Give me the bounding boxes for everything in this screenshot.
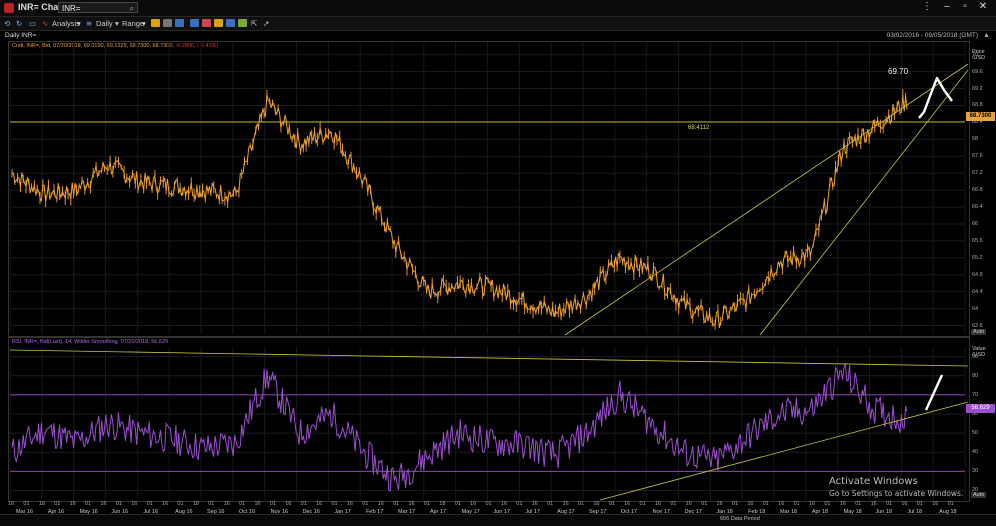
x-day-label: 01 [177, 501, 184, 507]
x-day-label: 16 [808, 501, 816, 507]
x-day-label: 16 [223, 501, 230, 507]
x-day-label: 16 [624, 501, 631, 507]
x-day-label: 01 [670, 501, 677, 507]
x-day-label: 16 [778, 501, 785, 507]
target-annotation: 69.70 [888, 67, 909, 76]
x-day-label: 01 [855, 501, 862, 507]
x-day-label: 16 [346, 501, 353, 507]
x-day-label: 16 [377, 501, 384, 507]
x-day-label: 16 [716, 501, 723, 507]
chart-canvas [9, 42, 969, 501]
x-day-label: 16 [747, 501, 754, 507]
x-day-label: 01 [454, 501, 461, 507]
x-day-label: 16 [470, 501, 477, 507]
x-day-label: 01 [269, 501, 276, 507]
x-day-label: 16 [932, 501, 939, 507]
x-day-label: 16 [870, 501, 877, 507]
x-day-label: 16 [8, 501, 15, 507]
x-day-label: 16 [654, 501, 662, 507]
x-day-label: 18 [439, 501, 446, 507]
x-day-label: 01 [608, 501, 615, 507]
x-day-label: 16 [131, 501, 138, 507]
x-day-label: 18 [192, 501, 199, 507]
x-day-label: 01 [793, 501, 800, 507]
x-day-label: 01 [85, 501, 92, 507]
x-day-label: 16 [531, 501, 538, 507]
x-day-label: 16 [562, 501, 569, 507]
x-day-label: 01 [115, 501, 122, 507]
x-day-label: 16 [685, 501, 692, 507]
x-day-label: 01 [547, 501, 554, 507]
x-day-label: 18 [38, 501, 45, 507]
x-day-label: 16 [500, 501, 508, 507]
x-day-label: 16 [69, 501, 76, 507]
x-day-label: 01 [208, 501, 215, 507]
x-day-label: 01 [300, 501, 307, 507]
x-day-label: 01 [947, 501, 954, 507]
x-day-label: 01 [639, 501, 646, 507]
x-day-label: 01 [824, 501, 831, 507]
status-bar: 656 Data Period [0, 514, 996, 526]
x-day-label: 01 [393, 501, 400, 507]
x-day-label: 16 [593, 501, 600, 507]
x-day-label: 16 [316, 501, 323, 507]
data-period-label: 656 Data Period [720, 516, 760, 522]
rsi-series-line [11, 363, 908, 493]
rsi-trendline-upper [9, 349, 969, 367]
price-trendline-lower [759, 69, 969, 336]
x-day-label: 01 [731, 501, 739, 507]
x-day-label: 01 [423, 501, 430, 507]
x-day-label: 16 [254, 501, 261, 507]
x-day-label: 01 [146, 501, 153, 507]
x-day-label: 01 [885, 501, 893, 507]
x-day-label: 16 [839, 501, 846, 507]
x-day-label: 01 [916, 501, 923, 507]
x-day-label: 01 [23, 501, 30, 507]
x-day-label: 01 [577, 501, 585, 507]
x-day-label: 16 [408, 501, 415, 507]
price-trendline-upper [564, 63, 969, 336]
x-day-label: 01 [701, 501, 708, 507]
x-day-label: 01 [362, 501, 369, 507]
x-day-label: 01 [485, 501, 492, 507]
x-day-label: 16 [162, 501, 169, 507]
price-series-line [11, 94, 908, 329]
activate-windows-title: Activate Windows [829, 476, 918, 487]
x-day-label: 16 [901, 501, 908, 507]
x-day-label: 01 [762, 501, 769, 507]
x-day-label: 01 [239, 501, 246, 507]
x-day-label: 01 [516, 501, 523, 507]
projection-arrow-rsi [924, 374, 944, 411]
x-day-label: 01 [331, 501, 338, 507]
x-day-label: 16 [285, 501, 292, 507]
x-day-label: 16 [100, 501, 107, 507]
activate-windows-subtitle: Go to Settings to activate Windows. [829, 489, 964, 498]
x-day-label: 01 [54, 501, 61, 507]
hline-label: 68.4112 [688, 125, 710, 131]
